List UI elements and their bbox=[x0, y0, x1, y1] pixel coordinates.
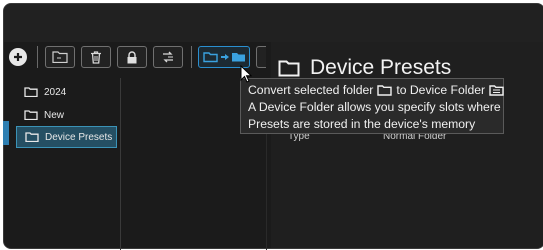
lock-icon bbox=[127, 50, 137, 63]
tooltip-text: to Device Folder bbox=[396, 83, 486, 97]
pane-divider bbox=[120, 78, 121, 250]
new-folder-button[interactable] bbox=[45, 46, 75, 68]
folder-outline-icon bbox=[52, 51, 68, 63]
folder-icon bbox=[278, 60, 300, 76]
tree-item-device-presets[interactable]: Device Presets bbox=[16, 126, 117, 148]
page-title-label: Device Presets bbox=[310, 56, 452, 79]
lock-button[interactable] bbox=[117, 46, 147, 68]
title-bar bbox=[4, 4, 543, 42]
sort-arrows-icon bbox=[163, 51, 173, 63]
tooltip-text: Presets are stored in the device's memor… bbox=[248, 117, 476, 131]
trash-icon bbox=[91, 50, 101, 64]
selection-accent-bar bbox=[3, 121, 9, 145]
delete-button[interactable] bbox=[81, 46, 111, 68]
toolbar-separator bbox=[37, 46, 38, 68]
mouse-cursor-icon bbox=[240, 65, 252, 83]
tooltip-text: A Device Folder allows you specify slots… bbox=[248, 100, 501, 114]
folder-to-device-folder-icon bbox=[203, 52, 245, 63]
tree-item-2024[interactable]: 2024 bbox=[16, 81, 66, 103]
folder-icon bbox=[24, 87, 38, 97]
toolbar-separator bbox=[191, 46, 192, 68]
toolbar-overflow-button[interactable] bbox=[256, 46, 266, 68]
tooltip: Convert selected folder to Device Folder… bbox=[240, 78, 504, 134]
tree-item-label: 2024 bbox=[44, 86, 67, 98]
tooltip-text: Convert selected folder bbox=[248, 83, 374, 97]
tree-item-label: New bbox=[44, 109, 65, 121]
add-icon[interactable] bbox=[9, 48, 27, 66]
page-title: Device Presets bbox=[278, 56, 451, 80]
tree-item-new[interactable]: New bbox=[16, 104, 64, 126]
sort-button[interactable] bbox=[153, 46, 183, 68]
folder-icon bbox=[25, 132, 39, 142]
tooltip-line: Convert selected folder to Device Folder bbox=[248, 82, 504, 99]
folder-icon bbox=[377, 85, 393, 96]
tree-item-label: Device Presets bbox=[45, 131, 113, 143]
folder-icon bbox=[24, 110, 38, 120]
device-folder-icon bbox=[489, 85, 504, 96]
